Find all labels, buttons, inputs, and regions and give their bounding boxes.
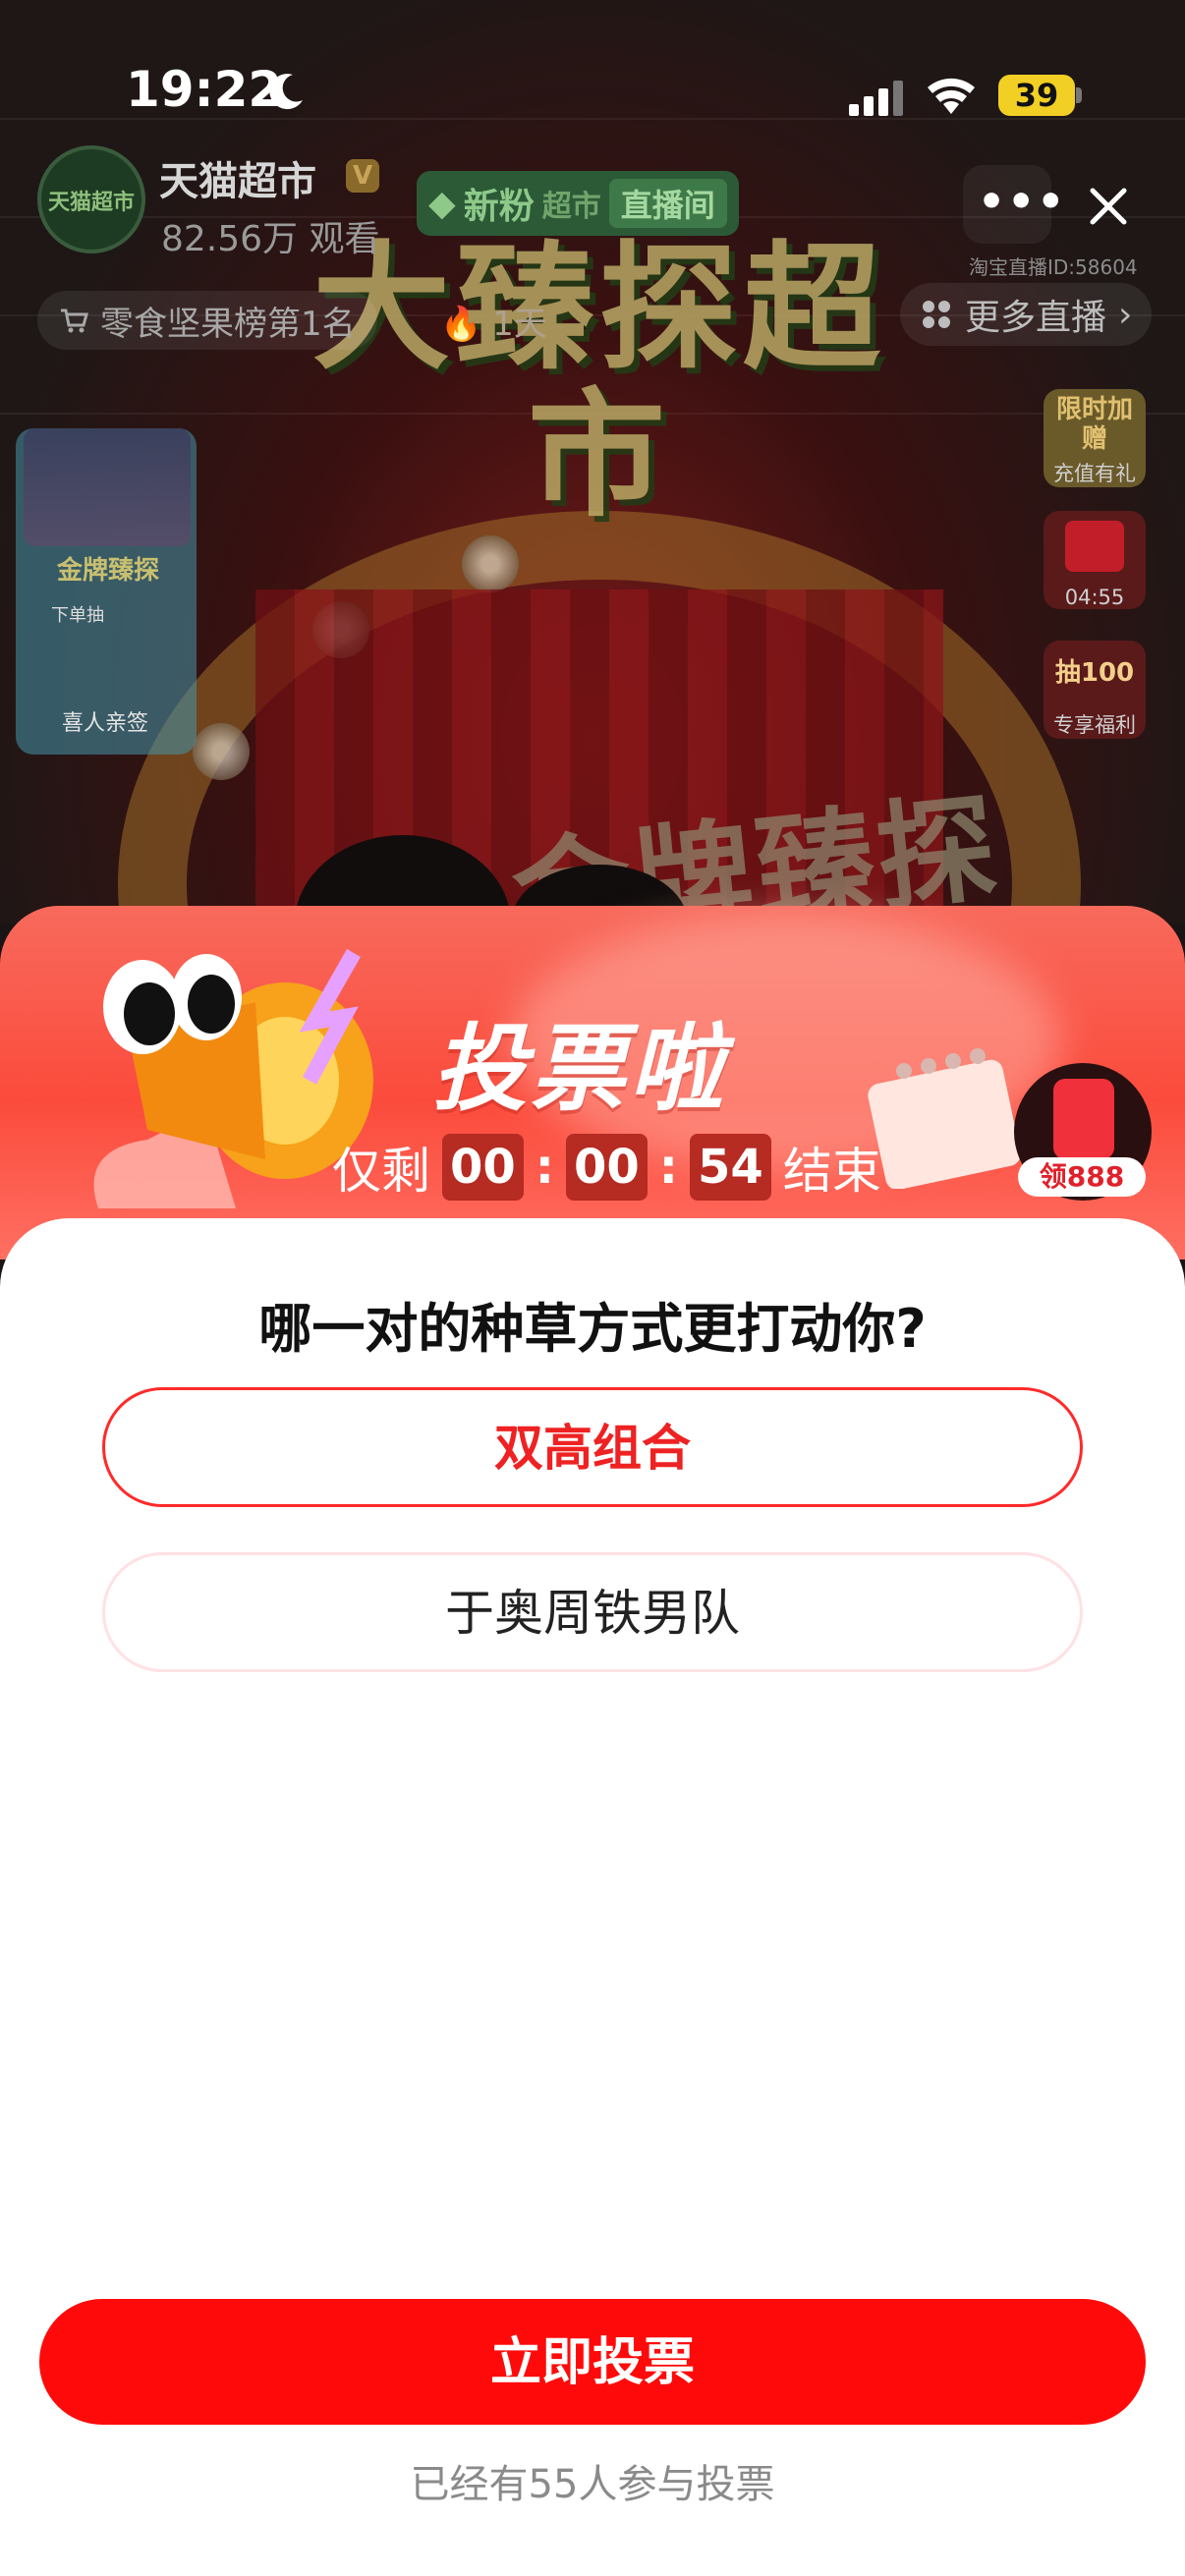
cart-icon — [61, 308, 88, 333]
countdown-timer: 仅剩 00 : 00 : 54 结束 — [332, 1132, 881, 1203]
lottery-text: 抽100 — [1054, 658, 1135, 688]
gift-box-badge[interactable]: 04:55 — [1044, 511, 1146, 609]
new-fan-tag[interactable]: ◆ 新粉 超市 直播间 — [417, 171, 739, 236]
vote-option-2[interactable]: 于奥周铁男队 — [102, 1552, 1083, 1672]
stream-show-title: 大臻探超市 — [311, 229, 886, 536]
fan-tag-label: 新粉 — [463, 187, 535, 227]
wifi-icon — [928, 78, 975, 114]
rank-chip[interactable]: 零食坚果榜第1名 — [37, 291, 377, 350]
vote-title: 投票啦 — [432, 1014, 727, 1124]
battery-tip — [1076, 87, 1082, 103]
promo-people-image — [24, 428, 191, 546]
store-name[interactable]: 天猫超市 — [159, 149, 316, 206]
vote-question: 哪一对的种草方式更打动你? — [258, 1298, 927, 1360]
battery-indicator: 39 — [998, 75, 1075, 116]
fan-tag-mid: 超市 — [541, 190, 601, 224]
countdown-prefix: 仅剩 — [332, 1143, 430, 1200]
limited-gift-badge[interactable]: 限时加赠 充值有礼 — [1044, 389, 1146, 487]
fan-tag-sub: 直播间 — [608, 179, 727, 228]
limited-gift-text: 限时加赠 — [1055, 395, 1133, 454]
countdown-suffix: 结束 — [782, 1143, 881, 1200]
grid-icon — [923, 301, 950, 328]
streak-days: 🔥 1天 — [440, 297, 547, 345]
lottery-caption: 专享福利 — [1053, 713, 1136, 737]
calendar-icon — [868, 1048, 1021, 1189]
moon-icon — [269, 74, 303, 110]
rank-text: 零食坚果榜第1名 — [100, 304, 356, 344]
room-id: 淘宝直播ID:58604 — [969, 255, 1138, 279]
vote-now-button[interactable]: 立即投票 — [39, 2299, 1146, 2425]
viewer-count: 82.56万 观看 — [161, 219, 380, 259]
promo-tag: 下单抽 — [51, 605, 104, 626]
more-icon: ••• — [978, 177, 1067, 227]
countdown-hours: 00 — [442, 1134, 524, 1201]
verified-icon: V — [346, 159, 379, 193]
chevron-right-icon: › — [1118, 294, 1133, 335]
store-avatar-label: 天猫超市 — [47, 191, 135, 215]
gift-box-timer: 04:55 — [1064, 586, 1125, 609]
more-live-label: 更多直播 — [965, 298, 1107, 338]
more-live-button[interactable]: 更多直播 › — [900, 283, 1153, 346]
cellular-signal-icon — [849, 81, 903, 116]
status-time: 19:22 — [126, 61, 283, 118]
close-icon[interactable] — [1081, 179, 1136, 234]
flame-icon: 🔥 — [440, 305, 482, 344]
participant-count: 已经有55人参与投票 — [410, 2462, 775, 2507]
countdown-minutes: 00 — [566, 1134, 648, 1201]
limited-gift-caption: 充值有礼 — [1053, 462, 1136, 485]
red-packet-icon — [1053, 1079, 1114, 1159]
lottery-badge[interactable]: 抽100 专享福利 — [1044, 641, 1146, 739]
promo-title: 金牌臻探 — [56, 556, 159, 586]
red-packet-label[interactable]: 领888 — [1018, 1157, 1146, 1197]
promo-subtitle: 喜人亲签 — [61, 711, 148, 736]
vote-option-1[interactable]: 双高组合 — [102, 1387, 1083, 1507]
gift-box-icon — [1065, 521, 1124, 572]
streak-days-label: 1天 — [492, 305, 547, 344]
countdown-seconds: 54 — [690, 1134, 771, 1201]
diamond-icon: ◆ — [428, 183, 456, 224]
